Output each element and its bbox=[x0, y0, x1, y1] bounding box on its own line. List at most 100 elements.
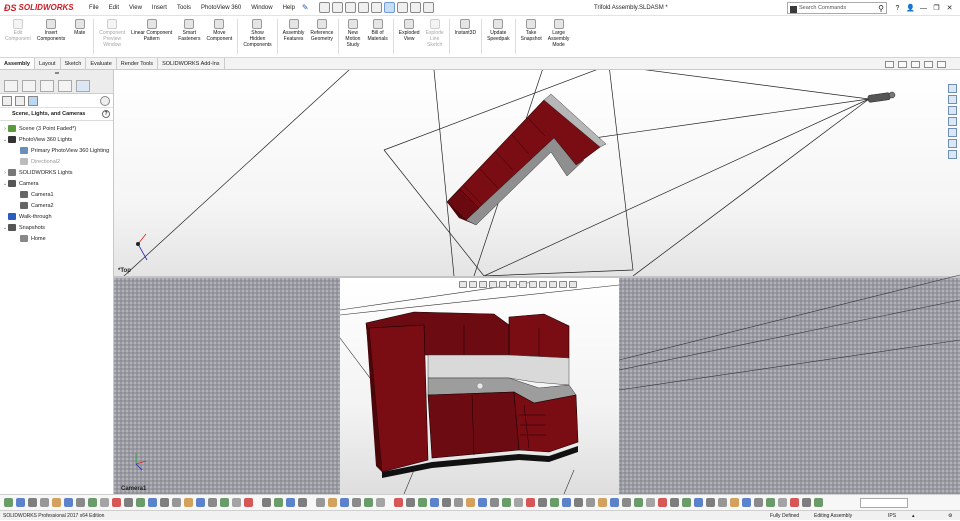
feature-manager-tab-icon[interactable] bbox=[4, 80, 18, 92]
menu-tools[interactable]: Tools bbox=[172, 0, 196, 16]
parallel-icon[interactable] bbox=[430, 498, 439, 507]
smart-fasteners-button[interactable]: Smart Fasteners bbox=[175, 16, 203, 57]
point-icon[interactable] bbox=[328, 498, 337, 507]
top-viewport[interactable] bbox=[114, 70, 960, 277]
edge-icon[interactable] bbox=[502, 498, 511, 507]
mass-icon[interactable] bbox=[694, 498, 703, 507]
tab-layout[interactable]: Layout bbox=[35, 58, 61, 69]
view-orientation-icon[interactable] bbox=[509, 281, 517, 288]
menu-edit[interactable]: Edit bbox=[104, 0, 124, 16]
undo-icon[interactable] bbox=[370, 2, 382, 13]
tree-item[interactable]: Home bbox=[0, 233, 113, 244]
custom-properties-icon[interactable] bbox=[948, 139, 957, 148]
vertex-icon[interactable] bbox=[490, 498, 499, 507]
display-manager-tab-icon[interactable] bbox=[76, 80, 90, 92]
show-hidden-button[interactable]: Show Hidden Components bbox=[240, 16, 274, 57]
exploded-view-button[interactable]: Exploded View bbox=[396, 16, 423, 57]
section-icon[interactable] bbox=[706, 498, 715, 507]
arc-icon[interactable] bbox=[52, 498, 61, 507]
previous-view-icon[interactable] bbox=[479, 281, 487, 288]
apply-scene-icon[interactable] bbox=[549, 281, 557, 288]
text-icon[interactable] bbox=[112, 498, 121, 507]
plane-icon[interactable] bbox=[538, 498, 547, 507]
print-icon[interactable] bbox=[357, 2, 369, 13]
sketch-point-icon[interactable] bbox=[550, 498, 559, 507]
menu-photoview-360[interactable]: PhotoView 360 bbox=[196, 0, 246, 16]
restore-icon[interactable]: ❐ bbox=[930, 4, 943, 12]
mate-ref-icon[interactable] bbox=[646, 498, 655, 507]
large-assembly-button[interactable]: Large Assembly Mode bbox=[545, 16, 573, 57]
display-style-icon[interactable] bbox=[519, 281, 527, 288]
hole-icon[interactable] bbox=[742, 498, 751, 507]
menu-file[interactable]: File bbox=[84, 0, 104, 16]
axis-icon[interactable] bbox=[526, 498, 535, 507]
property-manager-tab-icon[interactable] bbox=[22, 80, 36, 92]
file-explorer-icon[interactable] bbox=[948, 106, 957, 115]
close-icon[interactable]: ✕ bbox=[943, 4, 956, 12]
assembly-icon[interactable] bbox=[634, 498, 643, 507]
nearest-icon[interactable] bbox=[394, 498, 403, 507]
dimxpert-tab-icon[interactable] bbox=[58, 80, 72, 92]
center-icon[interactable] bbox=[352, 498, 361, 507]
user-icon[interactable]: 👤 bbox=[904, 4, 917, 12]
tangent-icon[interactable] bbox=[406, 498, 415, 507]
edit-component-button[interactable]: Edit Component bbox=[2, 16, 34, 57]
view-settings-icon[interactable] bbox=[559, 281, 567, 288]
tree-item[interactable]: Directional2 bbox=[0, 156, 113, 167]
move-component-button[interactable]: Move Component bbox=[203, 16, 235, 57]
offset-icon[interactable] bbox=[172, 498, 181, 507]
zebra-icon[interactable] bbox=[766, 498, 775, 507]
snapshot-button[interactable]: Take Snapshot bbox=[518, 16, 545, 57]
tab-assembly[interactable]: Assembly bbox=[0, 58, 35, 69]
component-preview-button[interactable]: Component Preview Window bbox=[96, 16, 128, 57]
symmetry-icon[interactable] bbox=[802, 498, 811, 507]
rapid-sketch-icon[interactable] bbox=[262, 498, 271, 507]
show-icon[interactable] bbox=[610, 498, 619, 507]
panel-help-icon[interactable]: ? bbox=[102, 110, 110, 118]
measure-icon[interactable] bbox=[682, 498, 691, 507]
relation-icon[interactable] bbox=[220, 498, 229, 507]
menu-view[interactable]: View bbox=[124, 0, 147, 16]
tree-item[interactable]: ⌄ PhotoView 360 Lights bbox=[0, 134, 113, 145]
appearances-scenes-icon[interactable] bbox=[948, 128, 957, 137]
linear-pattern-button[interactable]: Linear Component Pattern bbox=[128, 16, 175, 57]
rectangle-icon[interactable] bbox=[64, 498, 73, 507]
spline-icon[interactable] bbox=[88, 498, 97, 507]
assembly-features-button[interactable]: Assembly Features bbox=[280, 16, 308, 57]
lock-icon[interactable] bbox=[658, 498, 667, 507]
monitor-icon[interactable] bbox=[569, 281, 577, 288]
hide-icon[interactable] bbox=[598, 498, 607, 507]
tab-render-tools[interactable]: Render Tools bbox=[117, 58, 159, 69]
coordinate-icon[interactable] bbox=[562, 498, 571, 507]
vertical-icon[interactable] bbox=[454, 498, 463, 507]
view-palette-icon[interactable] bbox=[948, 117, 957, 126]
insert-components-button[interactable]: Insert Components bbox=[34, 16, 68, 57]
forum-icon[interactable] bbox=[948, 150, 957, 159]
origin-icon[interactable] bbox=[574, 498, 583, 507]
reference-geometry-button[interactable]: Reference Geometry bbox=[307, 16, 336, 57]
motion-study-button[interactable]: New Motion Study bbox=[341, 16, 364, 57]
grid-icon[interactable] bbox=[478, 498, 487, 507]
configuration-manager-tab-icon[interactable] bbox=[40, 80, 54, 92]
move-icon[interactable] bbox=[208, 498, 217, 507]
mate-button[interactable]: Mate bbox=[68, 16, 91, 57]
shaded-sketch-icon[interactable] bbox=[286, 498, 295, 507]
tree-item[interactable]: › Scene (3 Point Faded*) bbox=[0, 123, 113, 134]
viewport-restore-icon[interactable] bbox=[924, 61, 933, 68]
menu-window[interactable]: Window bbox=[246, 0, 277, 16]
curvature-icon[interactable] bbox=[754, 498, 763, 507]
select-icon[interactable] bbox=[383, 2, 395, 13]
search-icon[interactable]: ⚲ bbox=[876, 4, 886, 13]
new-document-icon[interactable] bbox=[318, 2, 330, 13]
tree-item[interactable]: Camera1 bbox=[0, 189, 113, 200]
slot-icon[interactable] bbox=[76, 498, 85, 507]
tree-item[interactable]: ⌄ Snapshots bbox=[0, 222, 113, 233]
search-commands[interactable]: Search Commands ⚲ bbox=[787, 2, 887, 14]
face-icon[interactable] bbox=[514, 498, 523, 507]
circle-icon[interactable] bbox=[40, 498, 49, 507]
viewport-close-icon[interactable] bbox=[937, 61, 946, 68]
pin-icon[interactable]: ✎ bbox=[302, 3, 309, 12]
instant3d-button[interactable]: Instant3D bbox=[452, 16, 479, 57]
bom-button[interactable]: Bill of Materials bbox=[364, 16, 390, 57]
file-properties-icon[interactable] bbox=[409, 2, 421, 13]
